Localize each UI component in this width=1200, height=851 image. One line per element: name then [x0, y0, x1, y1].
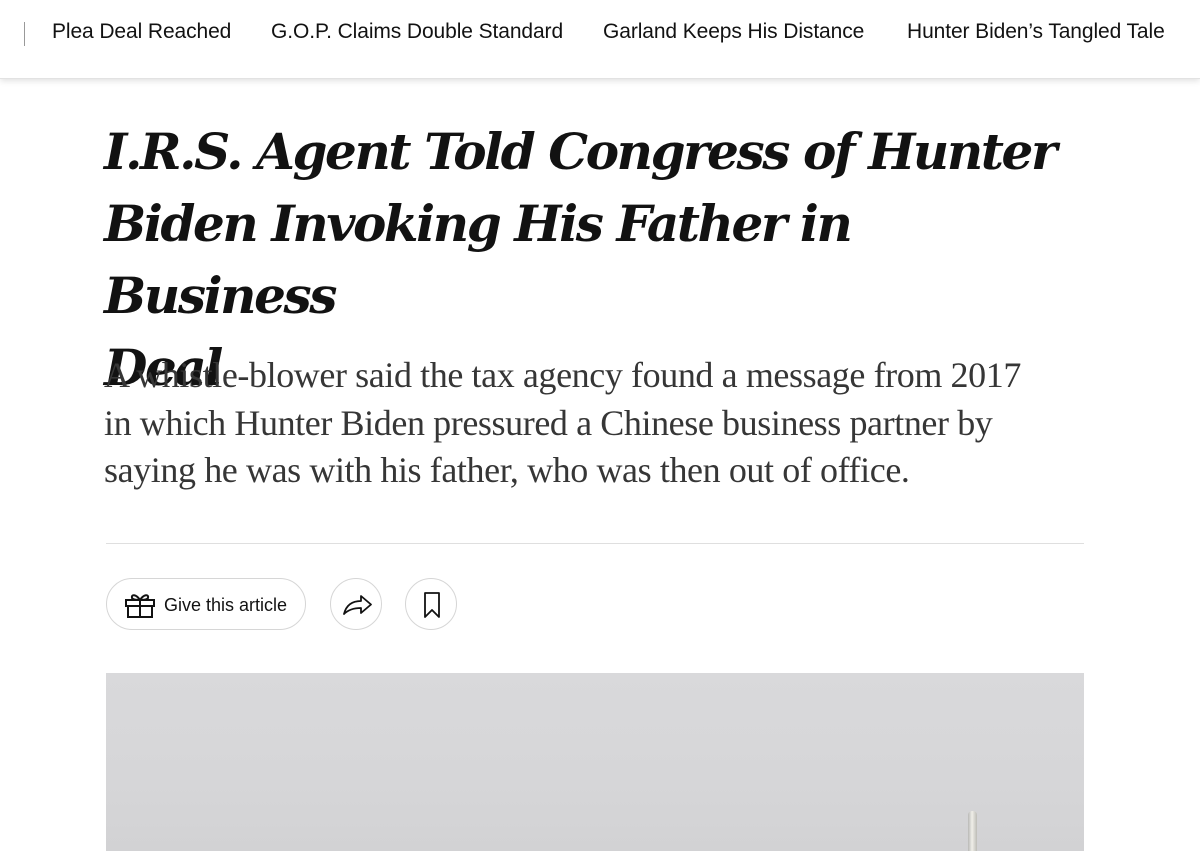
story-nav-bar: Plea Deal Reached G.O.P. Claims Double S… — [0, 0, 1200, 79]
article-summary: A whistle-blower said the tax agency fou… — [104, 352, 1089, 495]
lead-photo — [106, 673, 1084, 851]
nav-item-plea-deal[interactable]: Plea Deal Reached — [52, 20, 231, 44]
nav-divider — [24, 22, 25, 46]
headline-line-2: Biden Invoking His Father in Business — [104, 194, 853, 325]
nav-item-gop-claims[interactable]: G.O.P. Claims Double Standard — [271, 20, 563, 44]
headline-line-1: I.R.S. Agent Told Congress of Hunter — [104, 122, 1057, 181]
share-button[interactable] — [330, 578, 382, 630]
nav-item-garland[interactable]: Garland Keeps His Distance — [603, 20, 864, 44]
nav-item-tangled-tale[interactable]: Hunter Biden’s Tangled Tale — [907, 20, 1165, 44]
gift-icon — [123, 592, 157, 618]
give-article-label: Give this article — [164, 595, 288, 615]
summary-line-3: saying he was with his father, who was t… — [104, 450, 910, 490]
header-divider — [106, 543, 1084, 544]
photo-pole-detail — [968, 811, 977, 851]
share-arrow-icon — [343, 595, 372, 615]
save-button[interactable] — [405, 578, 457, 630]
summary-line-1: A whistle-blower said the tax agency fou… — [104, 355, 1021, 395]
give-article-button[interactable]: Give this article — [106, 578, 306, 630]
bookmark-icon — [424, 592, 440, 618]
summary-line-2: in which Hunter Biden pressured a Chines… — [104, 402, 993, 443]
